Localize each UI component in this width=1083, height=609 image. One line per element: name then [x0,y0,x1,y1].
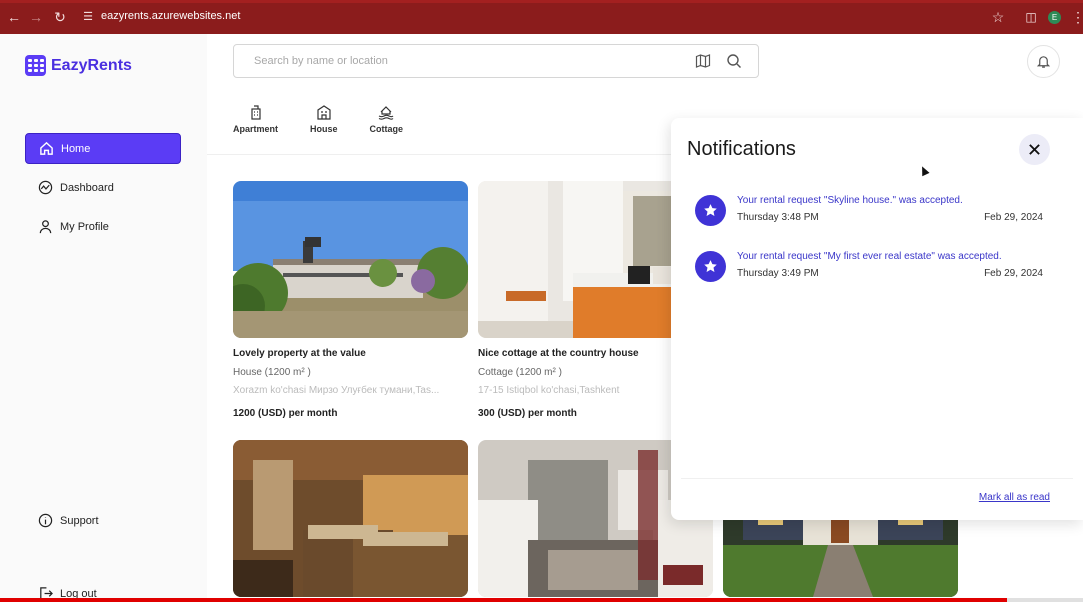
profile-avatar[interactable]: E [1048,11,1061,24]
notifications-title: Notifications [687,138,796,160]
map-icon[interactable] [695,53,711,69]
sidebar-item-log-out[interactable]: Log out [25,578,181,609]
star-icon [695,195,726,226]
category-house[interactable]: House [310,104,338,134]
tab-strip-edge [0,0,1083,3]
search-input[interactable] [234,45,674,77]
notifications-panel: Notifications Your rental request "Skyli… [671,118,1083,520]
logo-icon [25,55,46,76]
cottage-icon [379,106,394,120]
sidebar-item-home[interactable]: Home [25,133,181,164]
notifications-button[interactable] [1027,45,1060,78]
listing-price: 1200 (USD) per month [233,408,338,419]
house-icon [317,105,331,120]
star-icon [695,251,726,282]
search-bar [233,44,759,78]
listing-address: Xorazm ko'chasi Мирзо Улуғбек тумани,Tas… [233,385,440,396]
sidebar-item-my-profile[interactable]: My Profile [25,211,181,242]
sidebar-item-label: Home [61,142,91,155]
listing-photo[interactable] [233,181,468,338]
address-bar-url[interactable]: eazyrents.azurewebsites.net [101,10,240,22]
listing-type: House (1200 m² ) [233,367,311,378]
listing-card[interactable]: Lovely property at the value House (1200… [233,181,468,419]
close-notifications-button[interactable] [1019,134,1050,165]
video-progress-bar[interactable] [0,598,1083,602]
site-info-icon[interactable]: ☰ [80,9,96,25]
reload-icon[interactable]: ↻ [52,9,68,25]
notification-item[interactable]: Your rental request "My first ever real … [695,251,1055,295]
sidebar-item-dashboard[interactable]: Dashboard [25,172,181,203]
listing-card[interactable] [233,440,468,597]
browser-toolbar: ← → ↻ ☰ eazyrents.azurewebsites.net ☆ ◫ … [0,0,1083,34]
category-label: Apartment [233,124,279,134]
bell-icon [1036,56,1051,68]
notification-item[interactable]: Your rental request "Skyline house." was… [695,195,1055,239]
close-icon [1029,144,1040,155]
sidebar-item-label: My Profile [60,220,109,233]
notification-time: Thursday 3:48 PM [737,212,819,223]
category-apartment[interactable]: Apartment [233,104,278,134]
bookmark-star-icon[interactable]: ☆ [990,9,1006,25]
notification-message: Your rental request "Skyline house." was… [737,195,963,206]
listing-photo[interactable] [233,440,468,597]
more-menu-icon[interactable]: ⋮ [1070,9,1083,25]
mark-all-read-link[interactable]: Mark all as read [979,492,1050,503]
app: EazyRents Home Dashboard My Profile Supp… [0,34,1083,602]
back-icon[interactable]: ← [6,9,22,25]
listing-title: Lovely property at the value [233,348,366,359]
user-icon [39,220,52,234]
category-cottage[interactable]: Cottage [369,104,404,134]
notification-message: Your rental request "My first ever real … [737,251,1002,262]
category-label: House [310,124,338,134]
forward-icon[interactable]: → [28,9,44,25]
info-icon [38,513,53,528]
apartment-icon [250,105,261,120]
sidebar-item-label: Support [60,514,99,527]
notification-date: Feb 29, 2024 [984,268,1043,279]
logo[interactable]: EazyRents [25,55,132,76]
sidebar-item-support[interactable]: Support [25,505,181,536]
category-label: Cottage [369,124,404,134]
side-panel-icon[interactable]: ◫ [1023,9,1039,25]
home-icon [40,141,53,155]
notification-time: Thursday 3:49 PM [737,268,819,279]
notifications-footer-divider [681,478,1073,479]
trend-icon [38,180,53,195]
listing-address: 17-15 Istiqbol ko'chasi,Tashkent [478,385,620,396]
sidebar: EazyRents Home Dashboard My Profile Supp… [0,34,207,602]
search-icon[interactable] [726,53,742,69]
video-progress-fill [0,598,1008,602]
category-bar: Apartment House Cottage [233,104,435,134]
notification-date: Feb 29, 2024 [984,212,1043,223]
brand-name: EazyRents [51,56,132,74]
sidebar-item-label: Dashboard [60,181,114,194]
